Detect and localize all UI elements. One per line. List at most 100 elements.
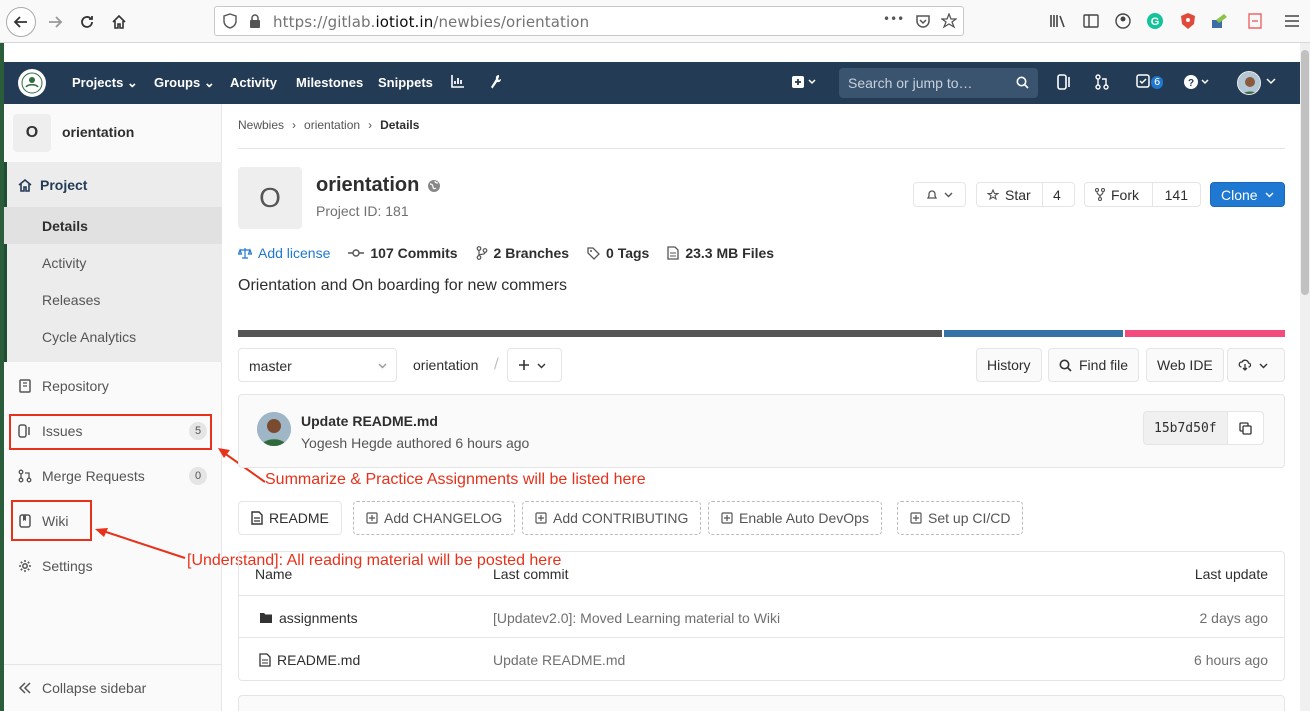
sidebar-item-releases[interactable]: Releases [42, 292, 100, 308]
nav-snippets[interactable]: Snippets [378, 75, 433, 90]
bookmark-star-icon[interactable] [941, 13, 957, 29]
file-name[interactable]: assignments [259, 610, 358, 626]
language-segment[interactable] [1125, 330, 1285, 337]
commit-title[interactable]: Update README.md [301, 413, 438, 429]
commits-link[interactable]: 107 Commits [348, 245, 458, 261]
search-input[interactable]: Search or jump to… [839, 68, 1038, 98]
issues-nav-icon[interactable] [1057, 74, 1071, 90]
url-bar[interactable]: https://gitlab.iotiot.in/newbies/orienta… [214, 6, 964, 36]
path-root[interactable]: orientation [413, 357, 478, 373]
find-file-button[interactable]: Find file [1048, 348, 1140, 382]
help-icon[interactable]: ? [1184, 74, 1210, 90]
file-icon [259, 653, 271, 667]
extension-icon[interactable] [1209, 11, 1229, 31]
download-icon[interactable] [1245, 11, 1265, 31]
forward-button[interactable] [40, 7, 70, 37]
pocket-icon[interactable] [915, 13, 931, 29]
wiki-arrow [95, 528, 186, 559]
sidebar-item-activity[interactable]: Activity [42, 255, 86, 271]
add-license-link[interactable]: Add license [238, 245, 330, 261]
back-button[interactable] [6, 7, 36, 37]
files-link[interactable]: 23.3 MB Files [667, 245, 774, 261]
table-row[interactable]: assignments [Updatev2.0]: Moved Learning… [239, 595, 1284, 637]
language-segment[interactable] [238, 330, 942, 337]
setup-ci-cd-button[interactable]: Set up CI/CD [897, 501, 1024, 535]
language-segment[interactable] [944, 330, 1123, 337]
download-dropdown[interactable] [1227, 348, 1285, 382]
chevron-down-icon [1265, 190, 1274, 199]
menu-icon[interactable] [1282, 11, 1302, 31]
page-title: orientation [316, 174, 441, 197]
project-sidebar: O orientation Project Details Activity R… [4, 104, 222, 711]
reload-button[interactable] [72, 7, 102, 37]
path-separator: / [494, 356, 499, 372]
home-icon [18, 178, 32, 192]
brave-shield-icon[interactable] [1178, 11, 1198, 31]
star-count[interactable]: 4 [1042, 183, 1071, 206]
sidebar-item-cycle-analytics[interactable]: Cycle Analytics [42, 329, 136, 345]
tags-link[interactable]: 0 Tags [587, 245, 649, 261]
library-icon[interactable] [1048, 11, 1068, 31]
merge-request-icon [18, 469, 32, 483]
web-ide-button[interactable]: Web IDE [1146, 348, 1224, 382]
branch-dropdown[interactable]: master [238, 348, 397, 382]
clone-button[interactable]: Clone [1210, 182, 1285, 207]
home-button[interactable] [104, 7, 134, 37]
file-last-commit[interactable]: [Updatev2.0]: Moved Learning material to… [493, 610, 780, 626]
breadcrumb-project[interactable]: orientation [304, 118, 360, 132]
plus-icon [518, 359, 530, 371]
todos-icon[interactable] [1136, 74, 1150, 88]
column-header-last-update: Last update [1194, 566, 1268, 582]
project-id: Project ID: 181 [316, 203, 409, 219]
nav-projects[interactable]: Projects ⌄ [72, 75, 138, 91]
issues-highlight-box [9, 414, 212, 450]
chart-icon[interactable] [451, 74, 465, 88]
star-button[interactable]: Star 4 [976, 182, 1075, 207]
collapse-sidebar-button[interactable]: Collapse sidebar [18, 680, 146, 696]
table-row[interactable]: README.md Update README.md 6 hours ago [239, 637, 1284, 679]
grammarly-icon[interactable]: G [1145, 11, 1165, 31]
plus-square-icon [535, 512, 547, 524]
breadcrumb-group[interactable]: Newbies [238, 118, 284, 132]
account-icon[interactable] [1113, 11, 1133, 31]
sidebar-item-merge-requests[interactable]: Merge Requests [18, 468, 145, 484]
scroll-thumb[interactable] [1301, 50, 1309, 295]
chevron-right-icon: › [368, 118, 373, 132]
issues-annotation: Summarize & Practice Assignments will be… [265, 471, 646, 488]
sidebar-item-settings[interactable]: Settings [18, 558, 93, 574]
sidebar-project-avatar[interactable]: O [13, 114, 51, 152]
breadcrumb-divider [238, 148, 1285, 149]
copy-icon[interactable] [1226, 412, 1263, 444]
sidebar-item-repository[interactable]: Repository [18, 378, 109, 394]
chevron-down-icon[interactable] [1266, 76, 1276, 86]
fork-count[interactable]: 141 [1151, 183, 1200, 206]
user-avatar[interactable] [1237, 71, 1261, 95]
branches-link[interactable]: 2 Branches [476, 245, 569, 261]
breadcrumb-current[interactable]: Details [380, 118, 419, 132]
add-changelog-button[interactable]: Add CHANGELOG [353, 501, 516, 535]
notification-button[interactable] [913, 182, 966, 207]
sidebar-project-name[interactable]: orientation [62, 124, 134, 140]
enable-auto-devops-button[interactable]: Enable Auto DevOps [708, 501, 882, 535]
fork-button[interactable]: Fork 141 [1084, 182, 1201, 207]
nav-milestones[interactable]: Milestones [296, 75, 363, 90]
gitlab-logo[interactable] [18, 69, 46, 97]
file-name[interactable]: README.md [259, 652, 360, 668]
commit-author-avatar[interactable] [257, 412, 291, 446]
wrench-icon[interactable] [489, 74, 503, 90]
history-button[interactable]: History [976, 348, 1042, 382]
file-last-commit[interactable]: Update README.md [493, 652, 625, 668]
commit-sha[interactable]: 15b7d50f [1143, 411, 1264, 445]
nav-activity[interactable]: Activity [230, 75, 277, 90]
merge-request-icon[interactable] [1095, 74, 1109, 90]
sidebar-toggle-icon[interactable] [1081, 11, 1101, 31]
add-contributing-button[interactable]: Add CONTRIBUTING [522, 501, 702, 535]
nav-groups[interactable]: Groups ⌄ [154, 75, 215, 91]
page-actions-icon[interactable]: ••• [883, 12, 904, 26]
sidebar-active-indicator [4, 162, 7, 362]
readme-button[interactable]: README [238, 501, 342, 535]
add-file-dropdown[interactable] [507, 348, 562, 382]
sidebar-item-project[interactable]: Project [18, 177, 87, 193]
plus-square-icon[interactable] [791, 74, 817, 90]
sidebar-item-details[interactable]: Details [42, 218, 88, 234]
